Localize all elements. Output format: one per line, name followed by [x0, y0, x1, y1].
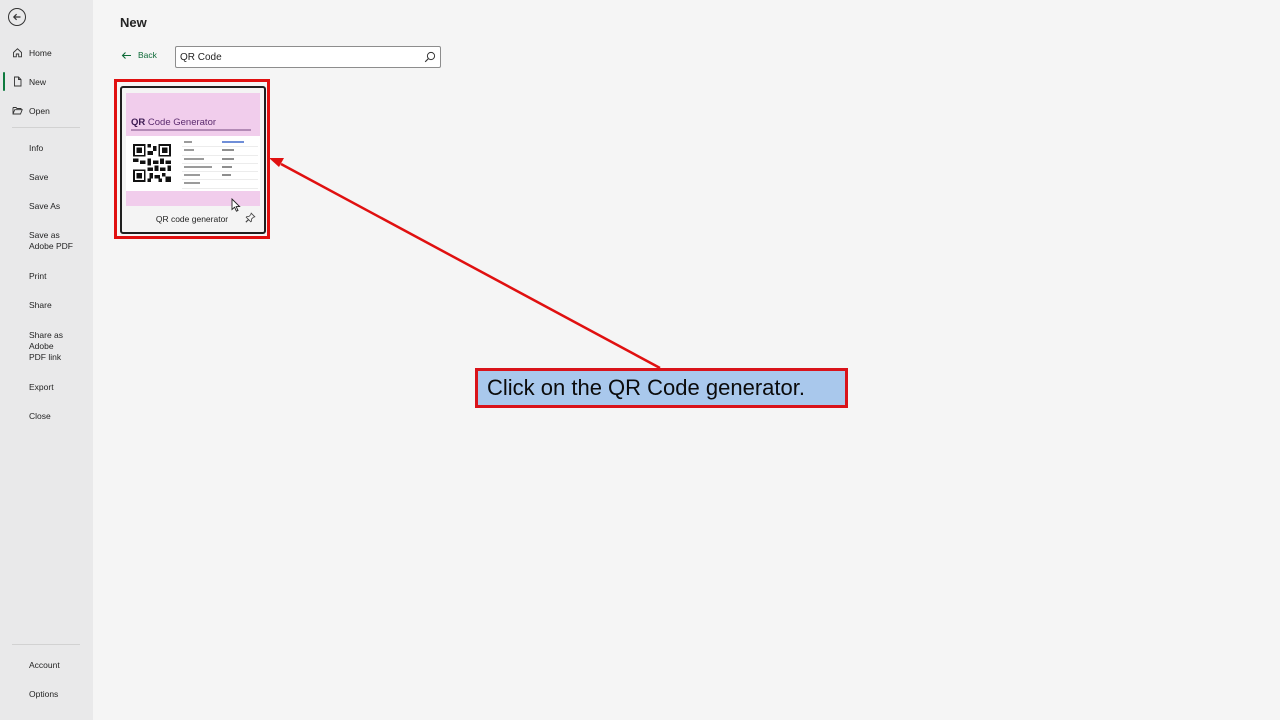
thumbnail-table — [182, 139, 258, 189]
sidebar-item-home[interactable]: Home — [0, 38, 93, 67]
folder-open-icon — [12, 107, 23, 115]
sidebar-item-share[interactable]: Share — [0, 300, 52, 311]
annotation-callout: Click on the QR Code generator. — [475, 368, 848, 408]
thumbnail-panel — [126, 136, 260, 191]
sidebar-item-save[interactable]: Save — [0, 172, 48, 183]
template-card-label: QR code generator — [155, 214, 229, 224]
template-search-box[interactable] — [175, 46, 441, 68]
thumbnail-subtitle-line — [131, 129, 251, 131]
sidebar-item-close[interactable]: Close — [0, 411, 51, 422]
sidebar-item-share-adobe-pdf-link[interactable]: Share as Adobe PDF link — [0, 330, 72, 363]
sidebar-item-new[interactable]: New — [0, 67, 93, 96]
back-link[interactable]: Back — [121, 50, 157, 60]
thumbnail-title: QR Code Generator — [131, 117, 217, 128]
backstage-sidebar: Home New Open Info Save Save As Save as … — [0, 0, 93, 720]
mouse-cursor-icon — [231, 198, 241, 212]
sidebar-item-label: New — [29, 76, 47, 87]
template-card-qr-code-generator[interactable]: QR Code Generator QR code generator — [120, 86, 266, 234]
sidebar-item-export[interactable]: Export — [0, 382, 54, 393]
search-icon[interactable] — [424, 51, 436, 63]
sidebar-item-save-as[interactable]: Save As — [0, 201, 60, 212]
back-arrow-button[interactable] — [8, 8, 26, 26]
template-thumbnail: QR Code Generator — [126, 93, 260, 206]
sidebar-item-options[interactable]: Options — [0, 689, 58, 700]
arrow-left-icon — [12, 13, 21, 21]
sidebar-divider — [12, 127, 80, 128]
page-title: New — [120, 15, 147, 30]
sidebar-item-save-as-adobe-pdf[interactable]: Save as Adobe PDF — [0, 230, 90, 252]
home-icon — [13, 48, 22, 58]
pin-icon[interactable] — [245, 212, 256, 223]
qr-code-icon — [133, 144, 171, 182]
search-input[interactable] — [180, 51, 410, 63]
back-link-label: Back — [138, 50, 157, 60]
sidebar-item-info[interactable]: Info — [0, 143, 43, 154]
sidebar-item-print[interactable]: Print — [0, 271, 46, 282]
sidebar-divider — [12, 644, 80, 645]
sidebar-item-open[interactable]: Open — [0, 96, 93, 125]
sidebar-item-account[interactable]: Account — [0, 660, 60, 671]
sidebar-item-label: Home — [29, 47, 52, 58]
arrow-left-icon — [121, 51, 131, 59]
new-document-icon — [14, 76, 22, 87]
sidebar-item-label: Open — [29, 105, 50, 116]
